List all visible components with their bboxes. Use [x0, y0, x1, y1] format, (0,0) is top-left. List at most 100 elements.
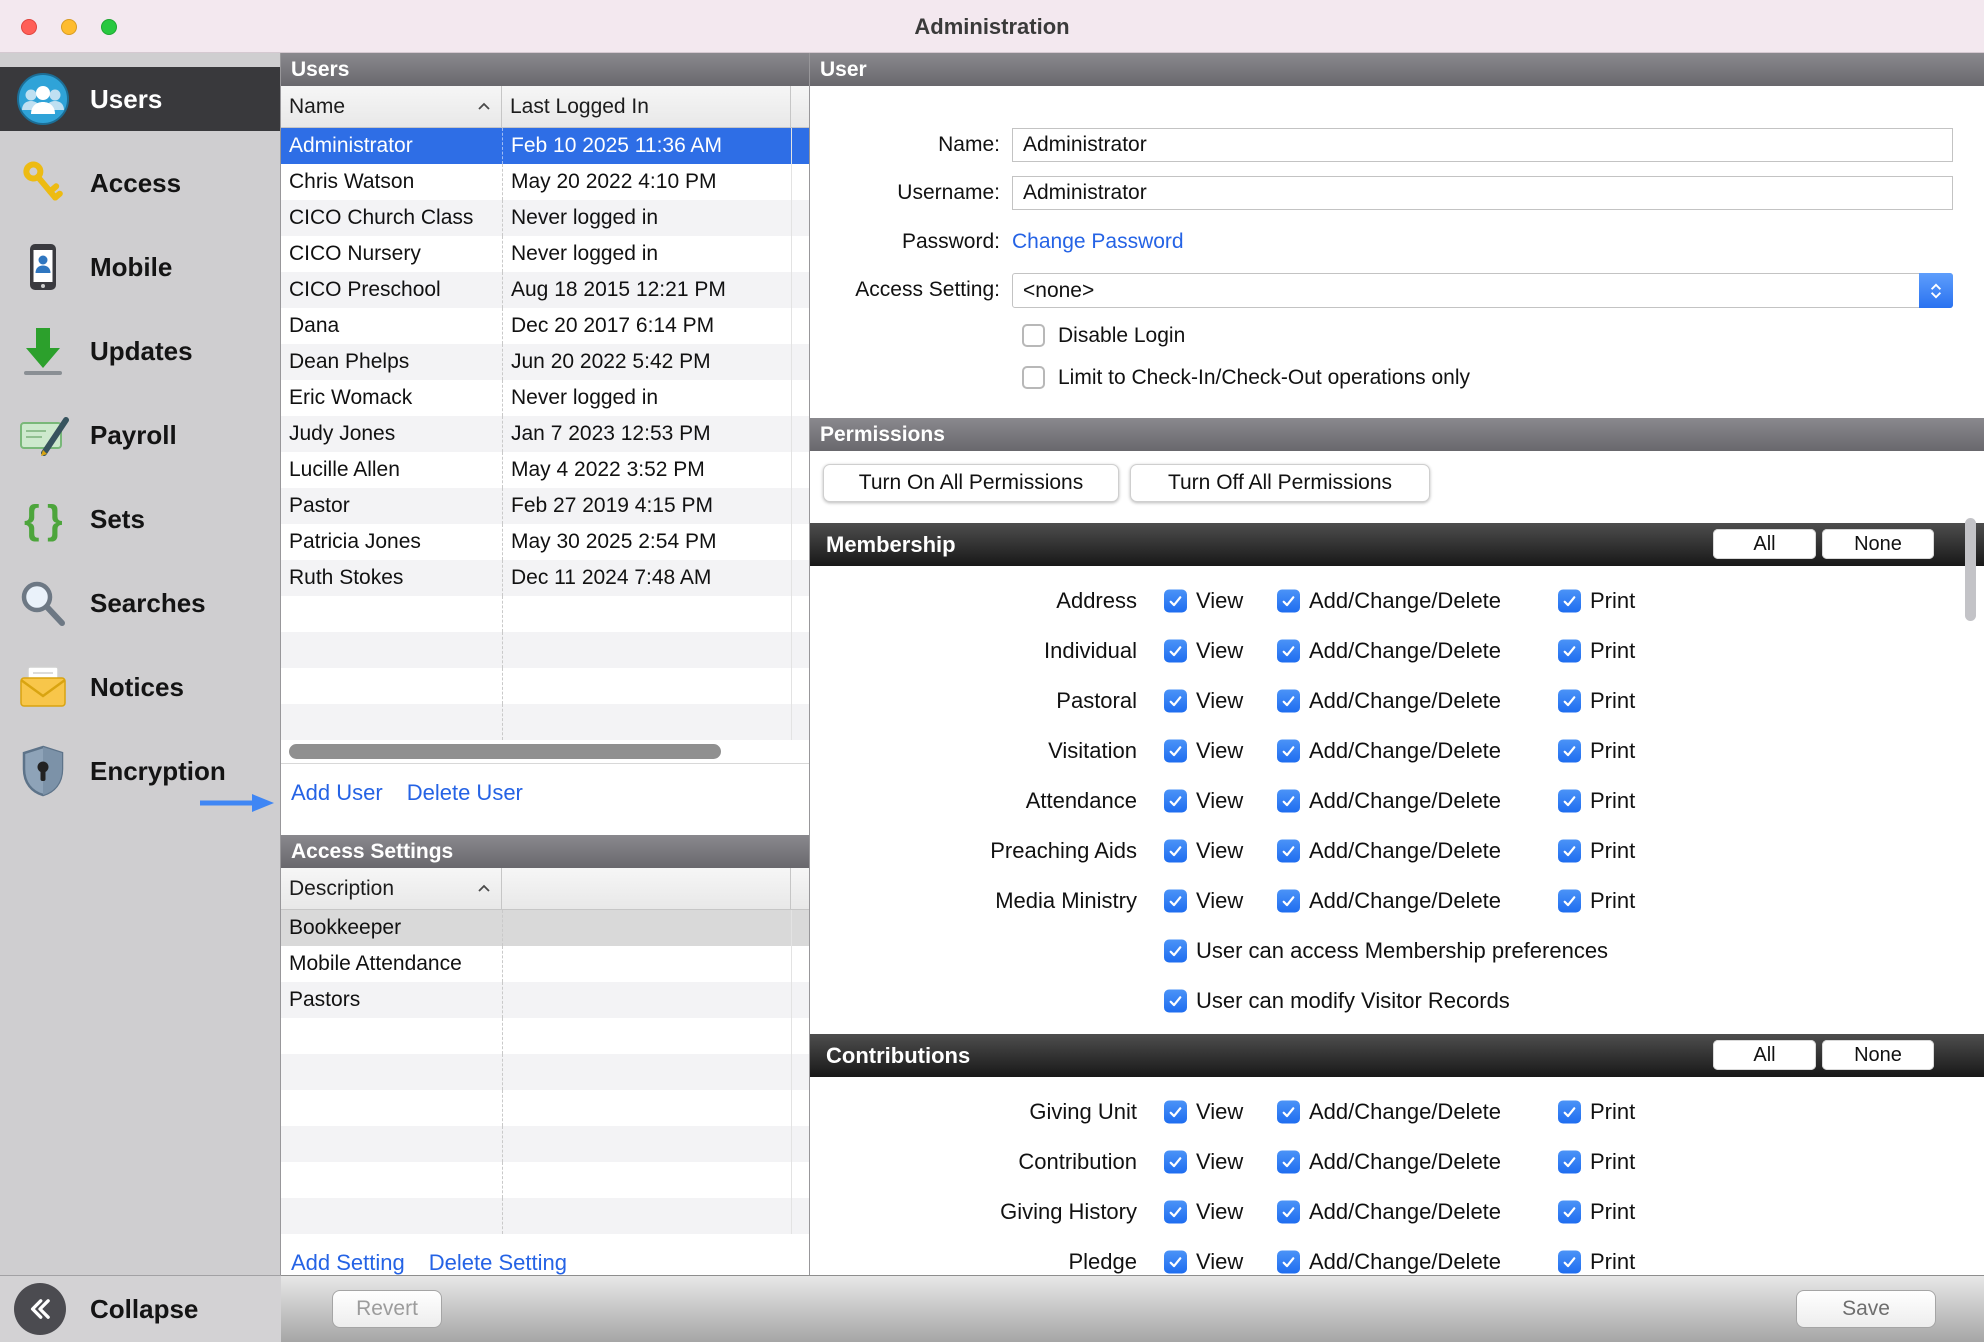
- checkbox-individual-print[interactable]: [1558, 640, 1581, 663]
- permission-label: Visitation: [810, 738, 1137, 764]
- user-name-cell: CICO Church Class: [281, 200, 502, 236]
- checkbox-address-view[interactable]: [1164, 590, 1187, 613]
- checkbox-giving-unit-print[interactable]: [1558, 1101, 1581, 1124]
- vertical-scrollbar-thumb[interactable]: [1965, 518, 1976, 621]
- collapse-chevrons-icon: [14, 1283, 66, 1335]
- add-user-link[interactable]: Add User: [291, 780, 383, 806]
- checkbox-label: View: [1196, 788, 1243, 814]
- checkbox-pledge-add-change-delete[interactable]: [1277, 1251, 1300, 1274]
- turn-off-all-permissions-button[interactable]: Turn Off All Permissions: [1130, 464, 1430, 502]
- users-table-row[interactable]: DanaDec 20 2017 6:14 PM: [281, 308, 809, 344]
- checkbox-individual-view[interactable]: [1164, 640, 1187, 663]
- checkbox-giving-unit-add-change-delete[interactable]: [1277, 1101, 1300, 1124]
- horizontal-scrollbar[interactable]: [281, 740, 809, 764]
- access-setting-select[interactable]: <none>: [1012, 273, 1953, 308]
- collapse-button[interactable]: Collapse: [0, 1275, 281, 1342]
- checkbox-label: View: [1196, 1099, 1243, 1125]
- checkbox-visitation-view[interactable]: [1164, 740, 1187, 763]
- contributions-none-button[interactable]: None: [1822, 1040, 1934, 1070]
- sidebar-item-mobile[interactable]: Mobile: [0, 235, 280, 299]
- checkbox-pledge-view[interactable]: [1164, 1251, 1187, 1274]
- checkbox-attendance-print[interactable]: [1558, 790, 1581, 813]
- access-setting-row[interactable]: Bookkeeper: [281, 910, 809, 946]
- column-header-name[interactable]: Name: [281, 86, 502, 127]
- permission-label: Contribution: [810, 1149, 1137, 1175]
- users-table-row[interactable]: Dean PhelpsJun 20 2022 5:42 PM: [281, 344, 809, 380]
- setting-description-cell: Bookkeeper: [281, 910, 502, 946]
- permission-row-visitation: VisitationViewAdd/Change/DeletePrint: [810, 726, 1984, 776]
- users-icon: [16, 72, 70, 126]
- checkbox-preaching-aids-print[interactable]: [1558, 840, 1581, 863]
- username-label: Username:: [810, 180, 1000, 206]
- sidebar-item-searches[interactable]: Searches: [0, 571, 280, 635]
- checkbox-giving-history-print[interactable]: [1558, 1201, 1581, 1224]
- checkbox-media-ministry-print[interactable]: [1558, 890, 1581, 913]
- checkbox-individual-add-change-delete[interactable]: [1277, 640, 1300, 663]
- users-table-row[interactable]: Lucille AllenMay 4 2022 3:52 PM: [281, 452, 809, 488]
- column-header-description-label: Description: [289, 877, 394, 901]
- checkbox-preaching-aids-add-change-delete[interactable]: [1277, 840, 1300, 863]
- checkbox-attendance-view[interactable]: [1164, 790, 1187, 813]
- limit-checkin-checkout-checkbox[interactable]: [1022, 366, 1045, 389]
- checkbox-contribution-print[interactable]: [1558, 1151, 1581, 1174]
- username-input[interactable]: [1012, 176, 1953, 210]
- checkbox-giving-history-add-change-delete[interactable]: [1277, 1201, 1300, 1224]
- checkbox-attendance-add-change-delete[interactable]: [1277, 790, 1300, 813]
- checkbox-media-ministry-view[interactable]: [1164, 890, 1187, 913]
- name-input[interactable]: [1012, 128, 1953, 162]
- checkbox-user-can-modify-visitor-records[interactable]: [1164, 990, 1187, 1013]
- user-name-cell: Patricia Jones: [281, 524, 502, 560]
- save-button[interactable]: Save: [1796, 1290, 1936, 1328]
- checkbox-pastoral-view[interactable]: [1164, 690, 1187, 713]
- checkbox-address-add-change-delete[interactable]: [1277, 590, 1300, 613]
- checkbox-visitation-add-change-delete[interactable]: [1277, 740, 1300, 763]
- checkbox-user-can-access-membership-preferences[interactable]: [1164, 940, 1187, 963]
- turn-on-all-permissions-button[interactable]: Turn On All Permissions: [823, 464, 1119, 502]
- membership-none-button[interactable]: None: [1822, 529, 1934, 559]
- users-table-row[interactable]: AdministratorFeb 10 2025 11:36 AM: [281, 128, 809, 164]
- checkbox-contribution-view[interactable]: [1164, 1151, 1187, 1174]
- contributions-all-button[interactable]: All: [1713, 1040, 1816, 1070]
- sidebar-item-notices[interactable]: Notices: [0, 655, 280, 719]
- users-table-row[interactable]: Eric WomackNever logged in: [281, 380, 809, 416]
- checkbox-preaching-aids-view[interactable]: [1164, 840, 1187, 863]
- access-setting-row[interactable]: Pastors: [281, 982, 809, 1018]
- checkbox-giving-unit-view[interactable]: [1164, 1101, 1187, 1124]
- delete-setting-link[interactable]: Delete Setting: [429, 1250, 567, 1275]
- checkbox-visitation-print[interactable]: [1558, 740, 1581, 763]
- column-header-last-logged-in[interactable]: Last Logged In: [502, 86, 791, 127]
- column-header-description[interactable]: Description: [281, 868, 502, 909]
- checkbox-media-ministry-add-change-delete[interactable]: [1277, 890, 1300, 913]
- access-setting-row[interactable]: Mobile Attendance: [281, 946, 809, 982]
- sidebar-item-sets[interactable]: {}Sets: [0, 487, 280, 551]
- sidebar-item-updates[interactable]: Updates: [0, 319, 280, 383]
- revert-button[interactable]: Revert: [332, 1290, 442, 1328]
- users-table-row[interactable]: CICO NurseryNever logged in: [281, 236, 809, 272]
- checkbox-label: Print: [1590, 838, 1635, 864]
- delete-user-link[interactable]: Delete User: [407, 780, 523, 806]
- change-password-link[interactable]: Change Password: [1012, 229, 1184, 255]
- sidebar-item-users[interactable]: Users: [0, 67, 280, 131]
- users-table-row[interactable]: Patricia JonesMay 30 2025 2:54 PM: [281, 524, 809, 560]
- checkbox-giving-history-view[interactable]: [1164, 1201, 1187, 1224]
- checkbox-address-print[interactable]: [1558, 590, 1581, 613]
- users-table-row[interactable]: Ruth StokesDec 11 2024 7:48 AM: [281, 560, 809, 596]
- checkbox-pastoral-add-change-delete[interactable]: [1277, 690, 1300, 713]
- users-table-row[interactable]: Judy JonesJan 7 2023 12:53 PM: [281, 416, 809, 452]
- sidebar-item-payroll[interactable]: Payroll: [0, 403, 280, 467]
- checkbox-label: Print: [1590, 788, 1635, 814]
- user-name-cell: Judy Jones: [281, 416, 502, 452]
- users-table-row[interactable]: Chris WatsonMay 20 2022 4:10 PM: [281, 164, 809, 200]
- users-table-row[interactable]: CICO Church ClassNever logged in: [281, 200, 809, 236]
- checkbox-contribution-add-change-delete[interactable]: [1277, 1151, 1300, 1174]
- membership-all-button[interactable]: All: [1713, 529, 1816, 559]
- disable-login-checkbox[interactable]: [1022, 324, 1045, 347]
- add-setting-link[interactable]: Add Setting: [291, 1250, 405, 1275]
- horizontal-scrollbar-thumb[interactable]: [289, 744, 721, 759]
- sidebar-item-access[interactable]: Access: [0, 151, 280, 215]
- checkbox-pledge-print[interactable]: [1558, 1251, 1581, 1274]
- users-table-row[interactable]: CICO PreschoolAug 18 2015 12:21 PM: [281, 272, 809, 308]
- section-header-contributions: ContributionsAllNone: [810, 1034, 1984, 1077]
- checkbox-pastoral-print[interactable]: [1558, 690, 1581, 713]
- users-table-row[interactable]: PastorFeb 27 2019 4:15 PM: [281, 488, 809, 524]
